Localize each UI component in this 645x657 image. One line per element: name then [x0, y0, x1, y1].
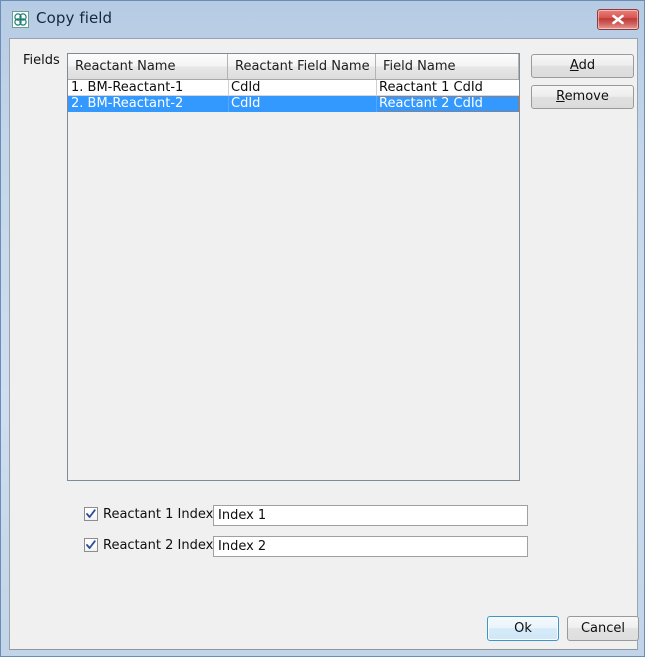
remove-button-mnemonic: R — [556, 89, 565, 104]
fields-table: Reactant Name Reactant Field Name Field Na… — [67, 53, 520, 481]
table-empty-area — [68, 112, 519, 480]
reactant-1-index-label: Reactant 1 Index — [103, 507, 214, 522]
reactant-2-index-label: Reactant 2 Index — [103, 538, 214, 553]
table-row[interactable]: 2. BM-Reactant-2 CdId Reactant 2 CdId — [68, 96, 519, 112]
reactant-1-index-input[interactable] — [213, 505, 528, 526]
ok-button-label: Ok — [514, 621, 532, 636]
fields-label: Fields — [23, 53, 60, 68]
table-cell[interactable]: CdId — [228, 96, 376, 112]
cell-divider — [228, 80, 229, 96]
close-button[interactable] — [597, 9, 639, 30]
table-header-row: Reactant Name Reactant Field Name Field Na… — [68, 54, 519, 80]
reactant-1-index-checkbox[interactable] — [84, 507, 98, 521]
table-cell[interactable]: Reactant 2 CdId — [376, 96, 519, 112]
column-header-2[interactable]: Field Name — [376, 54, 519, 79]
table-cell[interactable]: CdId — [228, 80, 376, 96]
add-button[interactable]: Add — [531, 54, 634, 78]
remove-button-label: emove — [564, 89, 609, 104]
dialog-client-area: Fields Reactant Name Reactant Field Name F… — [9, 38, 639, 650]
dialog-window: Copy field Fields Reactant Name Reactant … — [0, 0, 645, 657]
cancel-button-label: Cancel — [580, 621, 626, 636]
reactant-2-index-input[interactable] — [213, 536, 528, 557]
column-header-1[interactable]: Reactant Field Name — [228, 54, 376, 79]
add-button-label: dd — [578, 58, 596, 73]
cell-divider — [376, 96, 377, 112]
window-title: Copy field — [36, 9, 113, 27]
table-cell[interactable]: Reactant 1 CdId — [376, 80, 519, 96]
cell-divider — [228, 96, 229, 112]
table-row[interactable]: 1. BM-Reactant-1 CdId Reactant 1 CdId — [68, 80, 519, 96]
title-bar: Copy field — [1, 1, 644, 38]
cancel-button[interactable]: Cancel — [567, 616, 639, 641]
table-cell[interactable]: 1. BM-Reactant-1 — [68, 80, 228, 96]
column-header-0[interactable]: Reactant Name — [68, 54, 228, 79]
molecule-icon — [12, 11, 29, 28]
table-body: 1. BM-Reactant-1 CdId Reactant 1 CdId 2. BM… — [68, 80, 519, 113]
remove-button[interactable]: Remove — [531, 85, 634, 109]
add-button-mnemonic: A — [569, 58, 579, 73]
cell-divider — [376, 80, 377, 96]
ok-button[interactable]: Ok — [487, 616, 559, 641]
table-cell[interactable]: 2. BM-Reactant-2 — [68, 96, 228, 112]
reactant-2-index-checkbox[interactable] — [84, 538, 98, 552]
